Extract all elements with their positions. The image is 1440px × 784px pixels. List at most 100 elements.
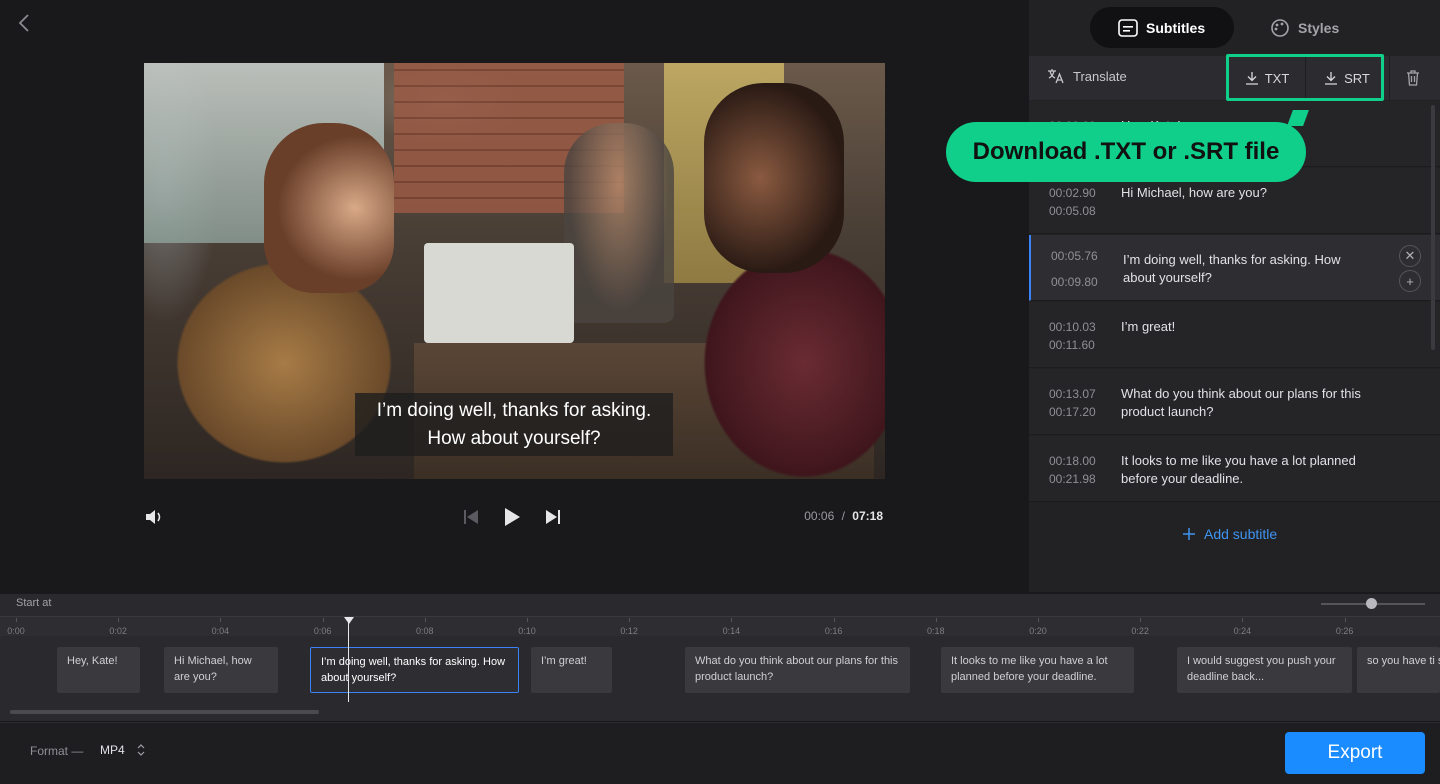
timeline-clip[interactable]: I’m great! (531, 647, 612, 693)
ruler-tick (1038, 618, 1039, 622)
toolbar-divider (1305, 56, 1306, 100)
subtitle-list-scrollbar[interactable] (1431, 105, 1435, 350)
timeline-clip[interactable]: so you have ti successful ad (1357, 647, 1440, 693)
format-label: Format — (30, 744, 84, 758)
subtitle-row-selected[interactable]: 00:05.76 00:09.80 I’m doing well, thanks… (1029, 235, 1440, 301)
download-icon (1325, 72, 1338, 85)
time-separator: / (841, 509, 845, 523)
subtitle-start: 00:10.03 (1049, 320, 1096, 334)
download-srt-label: SRT (1344, 70, 1370, 86)
subtitle-start: 00:13.07 (1049, 387, 1096, 401)
ruler-tick-label: 0:20 (1029, 626, 1047, 636)
subtitle-text: I’m great! (1121, 319, 1176, 334)
ruler-tick (424, 618, 426, 622)
plus-icon (1183, 528, 1195, 540)
format-value: MP4 (100, 743, 125, 757)
video-scene-background-person (564, 123, 674, 323)
ruler-tick-label: 0:04 (211, 626, 230, 636)
add-subtitle-icon[interactable]: + (1399, 270, 1421, 292)
ruler-tick (731, 618, 733, 622)
timeline-scrollbar[interactable] (10, 710, 319, 714)
preview-area: I’m doing well, thanks for asking. How a… (0, 0, 1028, 592)
ruler-tick (322, 618, 324, 622)
panel-tabs: Subtitles Styles (1029, 0, 1440, 55)
subtitle-end: 00:09.80 (1051, 275, 1098, 289)
ruler-tick-label: 0:16 (824, 626, 843, 636)
timeline-clip-selected[interactable]: I’m doing well, thanks for asking. How a… (310, 647, 519, 693)
ruler-tick (1242, 618, 1244, 622)
timeline-clip[interactable]: Hi Michael, how are you? (164, 647, 278, 693)
back-icon[interactable] (12, 10, 36, 36)
ruler-tick-label: 0:26 (1335, 626, 1354, 636)
subtitles-icon (1118, 18, 1138, 37)
player-controls: 00:06 / 07:18 (144, 500, 885, 534)
video-scene-laptop (424, 243, 574, 343)
skip-back-icon[interactable] (462, 504, 480, 530)
ruler-tick-label: 0:18 (927, 626, 945, 636)
subtitle-row[interactable]: 00:18.00 00:21.98 It looks to me like yo… (1029, 436, 1440, 502)
ruler-tick (833, 618, 835, 622)
caption-line-2: How about yourself? (427, 428, 601, 449)
ruler-tick-label: 0:08 (416, 626, 434, 636)
translate-label: Translate (1073, 68, 1127, 84)
tab-styles-label: Styles (1298, 19, 1340, 36)
start-at-label: Start at (16, 597, 52, 609)
download-srt-button[interactable]: SRT (1309, 56, 1385, 100)
ruler-tick (16, 618, 17, 622)
tab-subtitles-label: Subtitles (1146, 19, 1206, 36)
export-button[interactable]: Export (1285, 732, 1425, 774)
ruler-tick-label: 0:10 (518, 626, 536, 636)
ruler-tick (1344, 618, 1346, 622)
zoom-slider-handle[interactable] (1366, 598, 1377, 609)
video-player[interactable]: I’m doing well, thanks for asking. How a… (144, 63, 885, 479)
video-caption: I’m doing well, thanks for asking. How a… (355, 393, 673, 456)
download-txt-button[interactable]: TXT (1229, 56, 1305, 100)
subtitle-text[interactable]: I’m doing well, thanks for asking. How a… (1123, 251, 1373, 287)
add-subtitle-button[interactable]: Add subtitle (1182, 526, 1277, 542)
subtitle-end: 00:11.60 (1049, 338, 1095, 352)
subtitle-end: 00:17.20 (1049, 405, 1096, 419)
timeline: Start at 0:00 0:02 0:04 0:06 0:08 0:10 0:12 0:1… (0, 593, 1440, 721)
volume-icon[interactable] (144, 504, 164, 530)
subtitle-text: It looks to me like you have a lot plann… (1121, 453, 1356, 486)
current-time: 00:06 (804, 509, 835, 523)
playhead[interactable] (348, 617, 349, 702)
tab-styles[interactable]: Styles (1255, 7, 1375, 48)
subtitle-end: 00:05.08 (1049, 204, 1096, 218)
total-time: 07:18 (852, 509, 883, 523)
subtitle-row[interactable]: 00:10.03 00:11.60 I’m great! (1029, 302, 1440, 368)
ruler-tick-label: 0:14 (722, 626, 741, 636)
subtitle-text: Hi Michael, how are you? (1121, 185, 1267, 200)
ruler-tick (527, 618, 528, 622)
play-icon[interactable] (502, 504, 522, 530)
ruler-tick-label: 0:00 (7, 626, 25, 636)
ruler-tick (1140, 618, 1142, 622)
timeline-clip[interactable]: What do you think about our plans for th… (685, 647, 910, 693)
translate-button[interactable]: Translate (1047, 68, 1127, 84)
add-subtitle-label: Add subtitle (1204, 526, 1278, 542)
trash-icon[interactable] (1403, 68, 1423, 88)
subtitle-row[interactable]: 00:13.07 00:17.20 What do you think abou… (1029, 369, 1440, 435)
skip-forward-icon[interactable] (544, 504, 562, 530)
tab-subtitles[interactable]: Subtitles (1090, 7, 1234, 48)
ruler-tick-label: 0:02 (109, 626, 127, 636)
footer: Format — MP4 Export (0, 722, 1440, 784)
subtitle-end: 00:21.98 (1049, 472, 1096, 486)
subtitle-toolbar: Translate TXT SRT (1029, 56, 1440, 100)
ruler-tick (629, 618, 631, 622)
video-scene-man-head (704, 83, 844, 273)
sort-arrows-icon (137, 744, 145, 756)
format-select[interactable]: MP4 (100, 743, 145, 757)
download-icon (1245, 72, 1258, 85)
download-txt-label: TXT (1264, 70, 1290, 86)
subtitle-start: 00:18.00 (1049, 454, 1096, 468)
timeline-clip[interactable]: It looks to me like you have a lot plann… (941, 647, 1134, 693)
timeline-clip[interactable]: Hey, Kate! (57, 647, 140, 693)
ruler-tick-label: 0:12 (620, 626, 638, 636)
ruler-tick (118, 618, 120, 622)
subtitle-start: 00:05.76 (1051, 249, 1098, 263)
timeline-clip[interactable]: I would suggest you push your deadline b… (1177, 647, 1352, 693)
remove-subtitle-icon[interactable]: ✕ (1399, 245, 1421, 267)
subtitle-text: What do you think about our plans for th… (1121, 386, 1361, 419)
playhead-handle[interactable] (344, 617, 354, 624)
